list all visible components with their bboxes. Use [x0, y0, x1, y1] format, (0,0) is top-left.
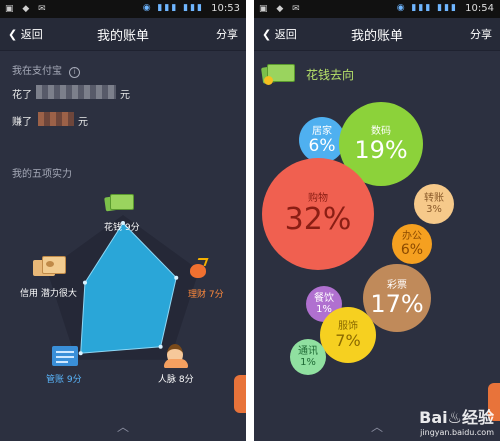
page-title: 我的账单 — [96, 29, 149, 44]
bubble-1[interactable]: 居家 6% — [299, 117, 345, 163]
bubble-percent: 32% — [284, 202, 352, 237]
section-title-alipay: 我在支付宝 i — [12, 62, 81, 78]
bubble-percent: 3% — [426, 204, 442, 215]
status-bar: ▣ ◆ ✉ ◉ ▮▮▮ ▮▮▮ 10:53 — [0, 0, 246, 18]
signal-icons: ◉ ▮▮▮ ▮▮▮ — [396, 3, 458, 13]
share-button[interactable]: 分享 — [216, 26, 238, 42]
bubble-5[interactable]: 办公 6% — [392, 224, 432, 264]
radar-label-finance: 理财 7分 — [188, 290, 224, 300]
page-title: 我的账单 — [350, 29, 403, 44]
bubble-9[interactable]: 通讯 1% — [290, 339, 326, 375]
bubble-percent: 19% — [354, 136, 408, 164]
signal-icons: ◉ ▮▮▮ ▮▮▮ — [142, 3, 204, 13]
people-icon — [164, 344, 188, 368]
radar-label-spend: 花钱 9分 — [104, 223, 140, 233]
spent-suffix: 元 — [120, 90, 130, 101]
left-phone-screen: ▣ ◆ ✉ ◉ ▮▮▮ ▮▮▮ 10:53 ❮ 返回 我的账单 分享 我在支付宝… — [0, 0, 246, 441]
section-title-five: 我的五项实力 — [12, 169, 72, 180]
money-icon — [261, 62, 295, 86]
notification-icons: ▣ ◆ ✉ — [5, 4, 49, 14]
section-title-text: 我在支付宝 — [12, 66, 62, 77]
side-pull-tab[interactable] — [234, 375, 246, 413]
info-icon[interactable]: i — [69, 67, 81, 78]
spending-header-title: 花钱去向 — [306, 68, 355, 82]
watermark-url: jingyan.baidu.com — [420, 428, 494, 437]
nav-bar: ❮ 返回 我的账单 分享 — [0, 18, 246, 51]
earned-prefix: 赚了 — [12, 117, 32, 128]
notification-icons: ▣ ◆ ✉ — [259, 4, 303, 14]
earned-suffix: 元 — [78, 117, 88, 128]
finance-bag-icon — [188, 258, 209, 278]
bubble-percent: 6% — [308, 135, 336, 156]
right-phone-screen: ▣ ◆ ✉ ◉ ▮▮▮ ▮▮▮ 10:54 ❮ 返回 我的账单 分享 花钱去向 … — [254, 0, 500, 441]
scroll-up-chevron-icon[interactable]: ︿ — [0, 418, 246, 435]
radar-vertex — [78, 351, 83, 356]
bubble-percent: 1% — [300, 357, 316, 368]
status-bar: ▣ ◆ ✉ ◉ ▮▮▮ ▮▮▮ 10:54 — [254, 0, 500, 18]
radar-label-credit: 信用 潜力很大 — [20, 289, 77, 299]
status-time: 10:54 — [465, 3, 494, 14]
bubble-percent: 17% — [370, 290, 424, 318]
money-icon — [104, 193, 134, 213]
bubble-8[interactable]: 服饰 7% — [320, 307, 376, 363]
credit-card-icon — [33, 256, 66, 280]
nav-bar: ❮ 返回 我的账单 分享 — [254, 18, 500, 51]
status-time: 10:53 — [211, 3, 240, 14]
radar-vertex — [82, 280, 87, 285]
earned-amount-blurred — [38, 112, 74, 126]
spent-amount-blurred — [36, 85, 116, 99]
bubble-3[interactable]: 转账 3% — [414, 184, 454, 224]
bubble-4[interactable]: 购物 32% — [262, 158, 374, 270]
radar-vertex — [174, 275, 179, 280]
bubble-percent: 7% — [335, 331, 361, 350]
radar-label-network: 人脉 8分 — [158, 375, 194, 385]
spent-prefix: 花了 — [12, 90, 32, 101]
baidu-watermark: Bai♨经验 jingyan.baidu.com — [419, 404, 494, 437]
radar-label-ledger: 管账 9分 — [46, 375, 82, 385]
bubble-percent: 6% — [400, 242, 424, 258]
ledger-icon — [52, 346, 78, 366]
radar-vertex — [158, 344, 163, 349]
share-button[interactable]: 分享 — [470, 26, 492, 42]
watermark-brand: Bai♨经验 — [419, 408, 494, 427]
